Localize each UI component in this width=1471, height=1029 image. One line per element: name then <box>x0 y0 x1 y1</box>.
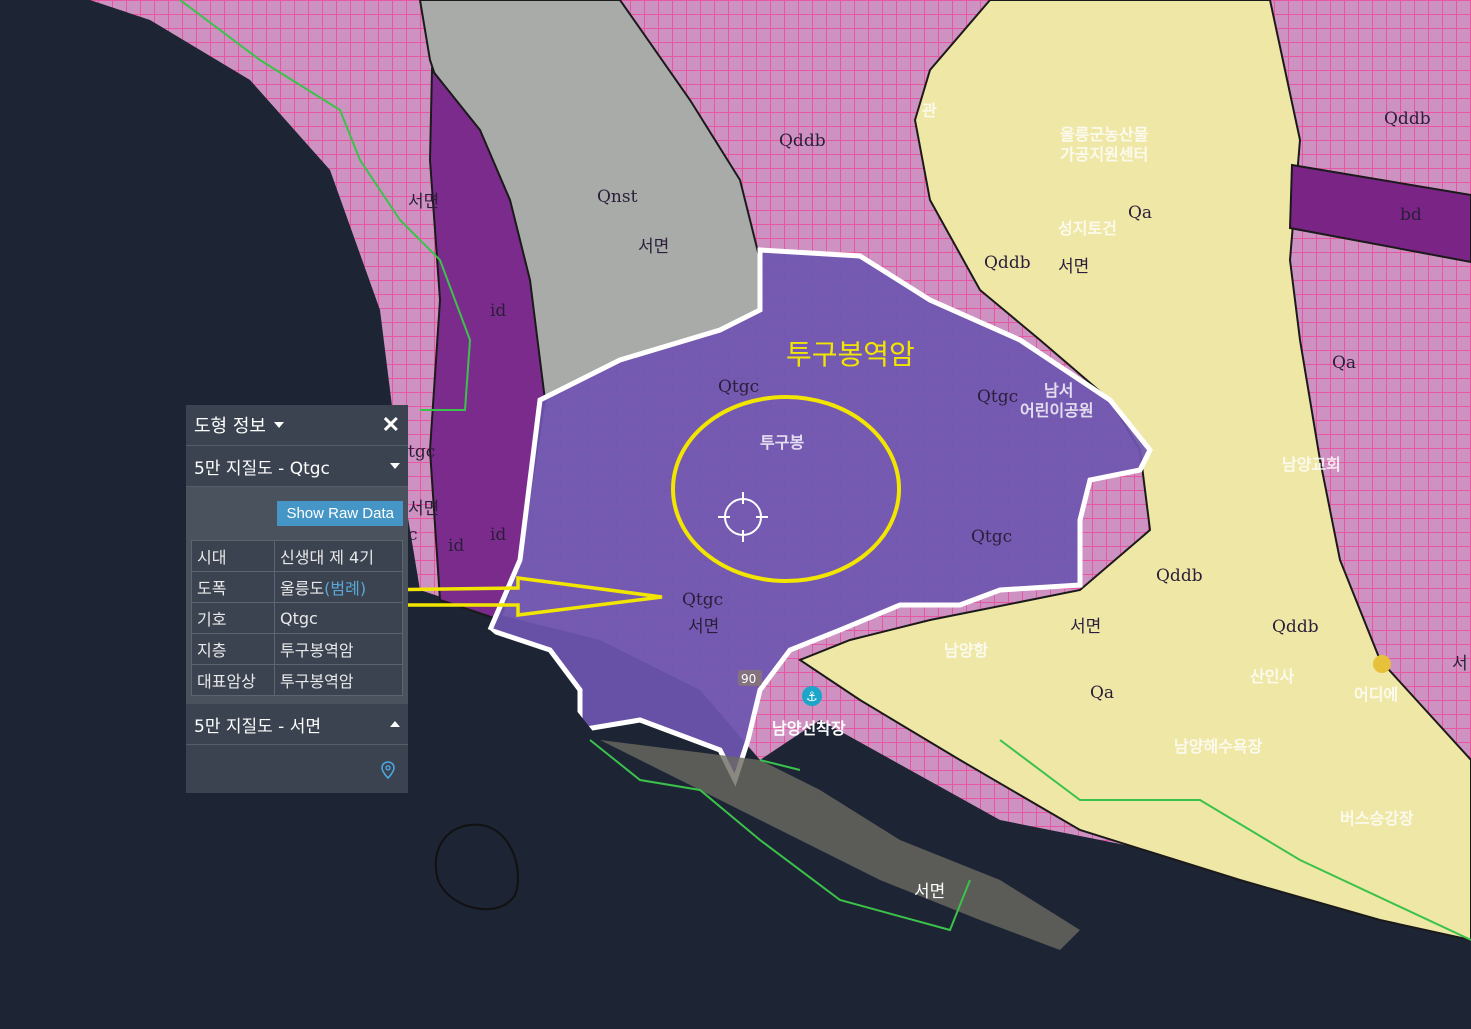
unit-label-qa: Qa <box>1128 203 1152 223</box>
attr-value: Qtgc <box>274 602 403 634</box>
unit-label-qddb: Qddb <box>1272 617 1319 637</box>
section-body-qtgc: Show Raw Data 시대 신생대 제 4기 도폭 울릉도(범례) 기호 … <box>186 487 408 704</box>
unit-label-qddb: Qddb <box>1156 566 1203 586</box>
unit-label-qddb: Qddb <box>984 253 1031 273</box>
district-label: 서면 <box>688 617 719 637</box>
unit-label-qtgc: Qtgc <box>682 590 723 610</box>
road-number: 90 <box>741 672 756 686</box>
district-label: 서면 <box>1058 257 1089 277</box>
section-header-qtgc[interactable]: 5만 지질도 - Qtgc <box>186 446 408 487</box>
attr-key: 대표암상 <box>191 664 275 696</box>
panel-title[interactable]: 도형 정보 <box>194 412 266 438</box>
anchor-glyph: ⚓ <box>806 690 818 705</box>
feature-info-panel: 도형 정보 ✕ 5만 지질도 - Qtgc Show Raw Data 시대 신… <box>186 405 408 793</box>
close-button[interactable]: ✕ <box>382 414 400 436</box>
legend-link[interactable]: (범례) <box>324 579 366 598</box>
location-pin-icon[interactable] <box>381 761 395 779</box>
attr-value: 투구봉역암 <box>274 664 403 696</box>
attr-value: 투구봉역암 <box>274 633 403 665</box>
place-label: 어린이공원 <box>1020 401 1094 420</box>
unit-label-c: c <box>408 525 418 545</box>
unit-label-qa: Qa <box>1332 353 1356 373</box>
section-header-seomyeon[interactable]: 5만 지질도 - 서면 <box>186 704 408 745</box>
place-label: 남양교회 <box>1282 455 1341 474</box>
place-label: 울릉군농산물 <box>1060 125 1149 144</box>
chevron-down-icon[interactable] <box>273 422 284 428</box>
attr-key: 지층 <box>191 633 275 665</box>
unit-label-tgc: tgc <box>408 442 435 462</box>
place-label: 남양항 <box>944 641 988 660</box>
unit-label-qnst: Qnst <box>597 187 638 207</box>
attr-value-cell: 울릉도(범례) <box>274 571 403 603</box>
place-label: 남서 <box>1044 381 1073 400</box>
place-label-port: 남양선착장 <box>772 719 846 738</box>
place-label: 어디에 <box>1354 685 1398 704</box>
unit-label-qtgc: Qtgc <box>977 387 1018 407</box>
chevron-down-icon[interactable] <box>390 463 400 469</box>
section-title: 5만 지질도 - Qtgc <box>194 458 330 479</box>
unit-label-qtgc: Qtgc <box>718 377 759 397</box>
table-row: 지층 투구봉역암 <box>191 633 403 665</box>
unit-label-qtgc: Qtgc <box>971 527 1012 547</box>
unit-label-id: id <box>448 536 464 556</box>
table-row: 시대 신생대 제 4기 <box>191 540 403 572</box>
district-label: 서면 <box>1070 617 1101 637</box>
unit-label-bd: bd <box>1400 205 1422 225</box>
place-label: 산인사 <box>1250 667 1294 686</box>
poi-icon[interactable] <box>1373 655 1391 673</box>
unit-label-qa: Qa <box>1090 683 1114 703</box>
district-label: 서면 <box>408 499 439 519</box>
table-row: 기호 Qtgc <box>191 602 403 634</box>
district-label: 서면 <box>638 237 669 257</box>
district-label: 서면 <box>408 192 439 212</box>
place-label: 가공지원센터 <box>1060 145 1148 164</box>
district-label: 서 <box>1452 654 1468 674</box>
district-label: 서면 <box>914 882 945 902</box>
annotation-label: 투구봉역암 <box>786 338 915 371</box>
place-label: 버스승강장 <box>1340 809 1414 828</box>
section-title: 5만 지질도 - 서면 <box>194 716 322 737</box>
panel-header: 도형 정보 ✕ <box>186 405 408 446</box>
attribute-table: 시대 신생대 제 4기 도폭 울릉도(범례) 기호 Qtgc 지층 투구봉역암 … <box>191 540 403 696</box>
table-row: 대표암상 투구봉역암 <box>191 664 403 696</box>
place-label: 성지토건 <box>1058 219 1117 238</box>
unit-label-qddb: Qddb <box>779 131 826 151</box>
place-label: 관 <box>922 101 937 120</box>
show-raw-data-button[interactable]: Show Raw Data <box>277 501 403 526</box>
chevron-up-icon[interactable] <box>390 721 400 727</box>
attr-value: 신생대 제 4기 <box>274 540 403 572</box>
attr-value: 울릉도 <box>280 579 325 598</box>
place-label: 남양해수욕장 <box>1174 737 1263 756</box>
attr-key: 도폭 <box>191 571 275 603</box>
unit-label-id: id <box>490 525 506 545</box>
attr-key: 시대 <box>191 540 275 572</box>
unit-label-id: id <box>490 301 506 321</box>
unit-label-qddb: Qddb <box>1384 109 1431 129</box>
table-row: 도폭 울릉도(범례) <box>191 571 403 603</box>
attr-key: 기호 <box>191 602 275 634</box>
place-label-tugubong: 투구봉 <box>760 433 804 452</box>
